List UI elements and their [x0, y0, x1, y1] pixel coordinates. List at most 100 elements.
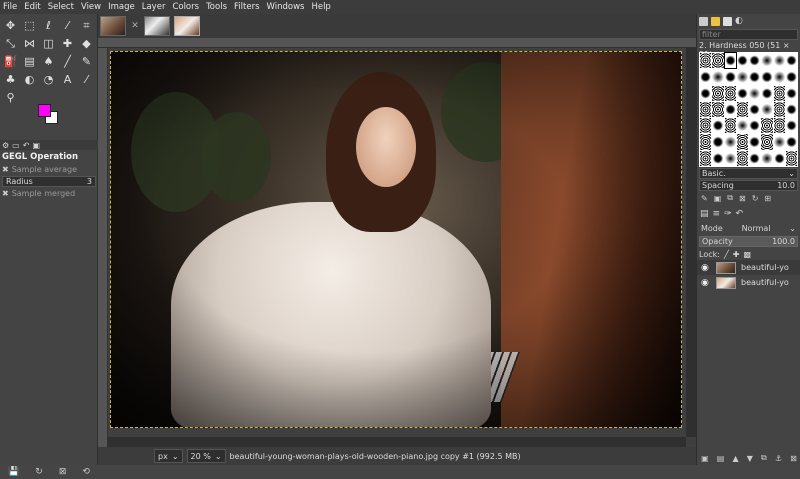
images-tab-icon[interactable]: ▣ — [32, 141, 40, 150]
duplicate-brush-icon[interactable]: ⧉ — [727, 193, 733, 203]
brush-item[interactable] — [785, 101, 797, 118]
undo-history-tab-icon[interactable]: ↶ — [23, 141, 30, 150]
vertical-ruler[interactable] — [98, 48, 108, 447]
menu-image[interactable]: Image — [108, 2, 135, 12]
refresh-brushes-icon[interactable]: ↻ — [752, 194, 759, 203]
smudge-tool-icon[interactable]: ◐ — [21, 72, 38, 87]
brush-item[interactable] — [761, 150, 773, 166]
brush-item[interactable] — [749, 53, 761, 69]
duplicate-layer-icon[interactable]: ⧉ — [761, 453, 767, 463]
color-picker-tool-icon[interactable]: ⁄ — [78, 72, 95, 87]
spacing-field[interactable]: Spacing 10.0 — [699, 180, 798, 191]
brush-item[interactable] — [724, 150, 736, 166]
anchor-layer-icon[interactable]: ⚓ — [775, 454, 782, 463]
brush-item-selected[interactable] — [723, 51, 737, 70]
eye-icon[interactable]: ◉ — [701, 278, 711, 288]
brush-item[interactable] — [785, 118, 797, 134]
brush-item[interactable] — [773, 150, 785, 166]
brush-item[interactable] — [773, 101, 785, 118]
brush-item[interactable] — [736, 101, 748, 118]
cage-tool-icon[interactable]: ◫ — [40, 36, 57, 51]
device-status-tab-icon[interactable]: ▭ — [12, 141, 20, 150]
brush-item[interactable] — [761, 53, 773, 69]
brush-item[interactable] — [724, 85, 736, 101]
brush-item[interactable] — [761, 101, 773, 118]
bucket-tool-icon[interactable]: ⛽ — [2, 54, 19, 69]
dodge-tool-icon[interactable]: ◔ — [40, 72, 57, 87]
brush-item[interactable] — [785, 134, 797, 150]
brush-item[interactable] — [700, 69, 712, 85]
opacity-value[interactable]: 100.0 — [772, 237, 795, 246]
brush-tool-icon[interactable]: ╱ — [59, 54, 76, 69]
open-as-image-icon[interactable]: ⊞ — [764, 194, 771, 203]
menu-file[interactable]: File — [3, 2, 17, 12]
radius-field[interactable]: Radius 3 — [2, 176, 96, 187]
document-history-tab-icon[interactable]: ◐ — [735, 16, 743, 26]
image-canvas[interactable] — [110, 51, 682, 428]
brush-item[interactable] — [736, 150, 748, 166]
brush-item[interactable] — [724, 101, 736, 118]
zoom-select[interactable]: 20 % ⌄ — [186, 449, 226, 463]
warp-tool-icon[interactable]: ⋈ — [21, 36, 38, 51]
opacity-field[interactable]: Opacity 100.0 — [699, 236, 798, 247]
heal-tool-icon[interactable]: ✚ — [59, 36, 76, 51]
horizontal-ruler[interactable] — [98, 38, 696, 48]
image-tab-thumbnail[interactable] — [144, 16, 170, 36]
brush-item[interactable] — [749, 150, 761, 166]
brush-item[interactable] — [749, 85, 761, 101]
layers-tab-icon[interactable]: ▤ — [700, 209, 709, 219]
new-layer-icon[interactable]: ▣ — [701, 454, 709, 463]
zoom-tool-icon[interactable]: ⚲ — [2, 90, 19, 105]
save-options-icon[interactable]: 💾 — [8, 467, 19, 477]
new-brush-icon[interactable]: ▣ — [714, 194, 722, 203]
delete-layer-icon[interactable]: ⊠ — [790, 454, 797, 463]
brush-item[interactable] — [700, 150, 712, 166]
menu-help[interactable]: Help — [311, 2, 330, 12]
lock-pixels-icon[interactable]: ╱ — [724, 250, 729, 259]
spacing-value[interactable]: 10.0 — [777, 181, 795, 190]
transform-tool-icon[interactable]: ⤡ — [2, 36, 19, 51]
brush-item[interactable] — [736, 118, 748, 134]
text-tool-icon[interactable]: A — [59, 72, 76, 87]
brush-item[interactable] — [761, 134, 773, 150]
brush-item[interactable] — [736, 69, 748, 85]
brush-item[interactable] — [749, 101, 761, 118]
brush-item[interactable] — [700, 101, 712, 118]
brush-item[interactable] — [785, 150, 797, 166]
menu-windows[interactable]: Windows — [267, 2, 305, 12]
lower-layer-icon[interactable]: ▼ — [747, 454, 753, 463]
brush-item[interactable] — [785, 85, 797, 101]
crop-tool-icon[interactable]: ⌗ — [78, 18, 95, 33]
brush-item[interactable] — [773, 134, 785, 150]
brushes-tab-icon[interactable] — [699, 16, 708, 26]
lock-position-icon[interactable]: ✚ — [733, 250, 740, 259]
menu-colors[interactable]: Colors — [172, 2, 199, 12]
brush-item[interactable] — [749, 118, 761, 134]
radius-value[interactable]: 3 — [87, 177, 92, 186]
close-icon[interactable]: ✕ — [130, 16, 140, 36]
fonts-tab-icon[interactable] — [723, 16, 732, 26]
sample-average-checkbox-icon[interactable]: ✖ — [2, 165, 9, 174]
sample-average-option[interactable]: ✖ Sample average — [0, 164, 98, 175]
eraser-tool-icon[interactable]: ◆ — [78, 36, 95, 51]
brush-item[interactable] — [736, 134, 748, 150]
brush-item[interactable] — [749, 134, 761, 150]
lock-alpha-icon[interactable]: ▩ — [743, 250, 751, 259]
raise-layer-icon[interactable]: ▲ — [732, 454, 738, 463]
image-tab-thumbnail[interactable] — [174, 16, 200, 36]
mode-value[interactable]: Normal — [742, 224, 771, 233]
fuzzy-select-tool-icon[interactable]: ⁄ — [59, 18, 76, 33]
restore-options-icon[interactable]: ↻ — [35, 467, 43, 477]
brush-item[interactable] — [724, 134, 736, 150]
brush-item[interactable] — [700, 118, 712, 134]
menu-view[interactable]: View — [81, 2, 101, 12]
brush-item[interactable] — [712, 118, 724, 134]
fg-bg-colors[interactable] — [36, 102, 60, 126]
brush-preset-select[interactable]: Basic. ⌄ — [699, 168, 798, 179]
sample-merged-checkbox-icon[interactable]: ✖ — [2, 189, 9, 198]
layer-row[interactable]: ◉ beautiful-yo — [697, 260, 800, 275]
brush-item[interactable] — [773, 53, 785, 69]
brush-item[interactable] — [712, 150, 724, 166]
brush-item[interactable] — [712, 53, 724, 69]
edit-brush-icon[interactable]: ✎ — [701, 194, 708, 203]
